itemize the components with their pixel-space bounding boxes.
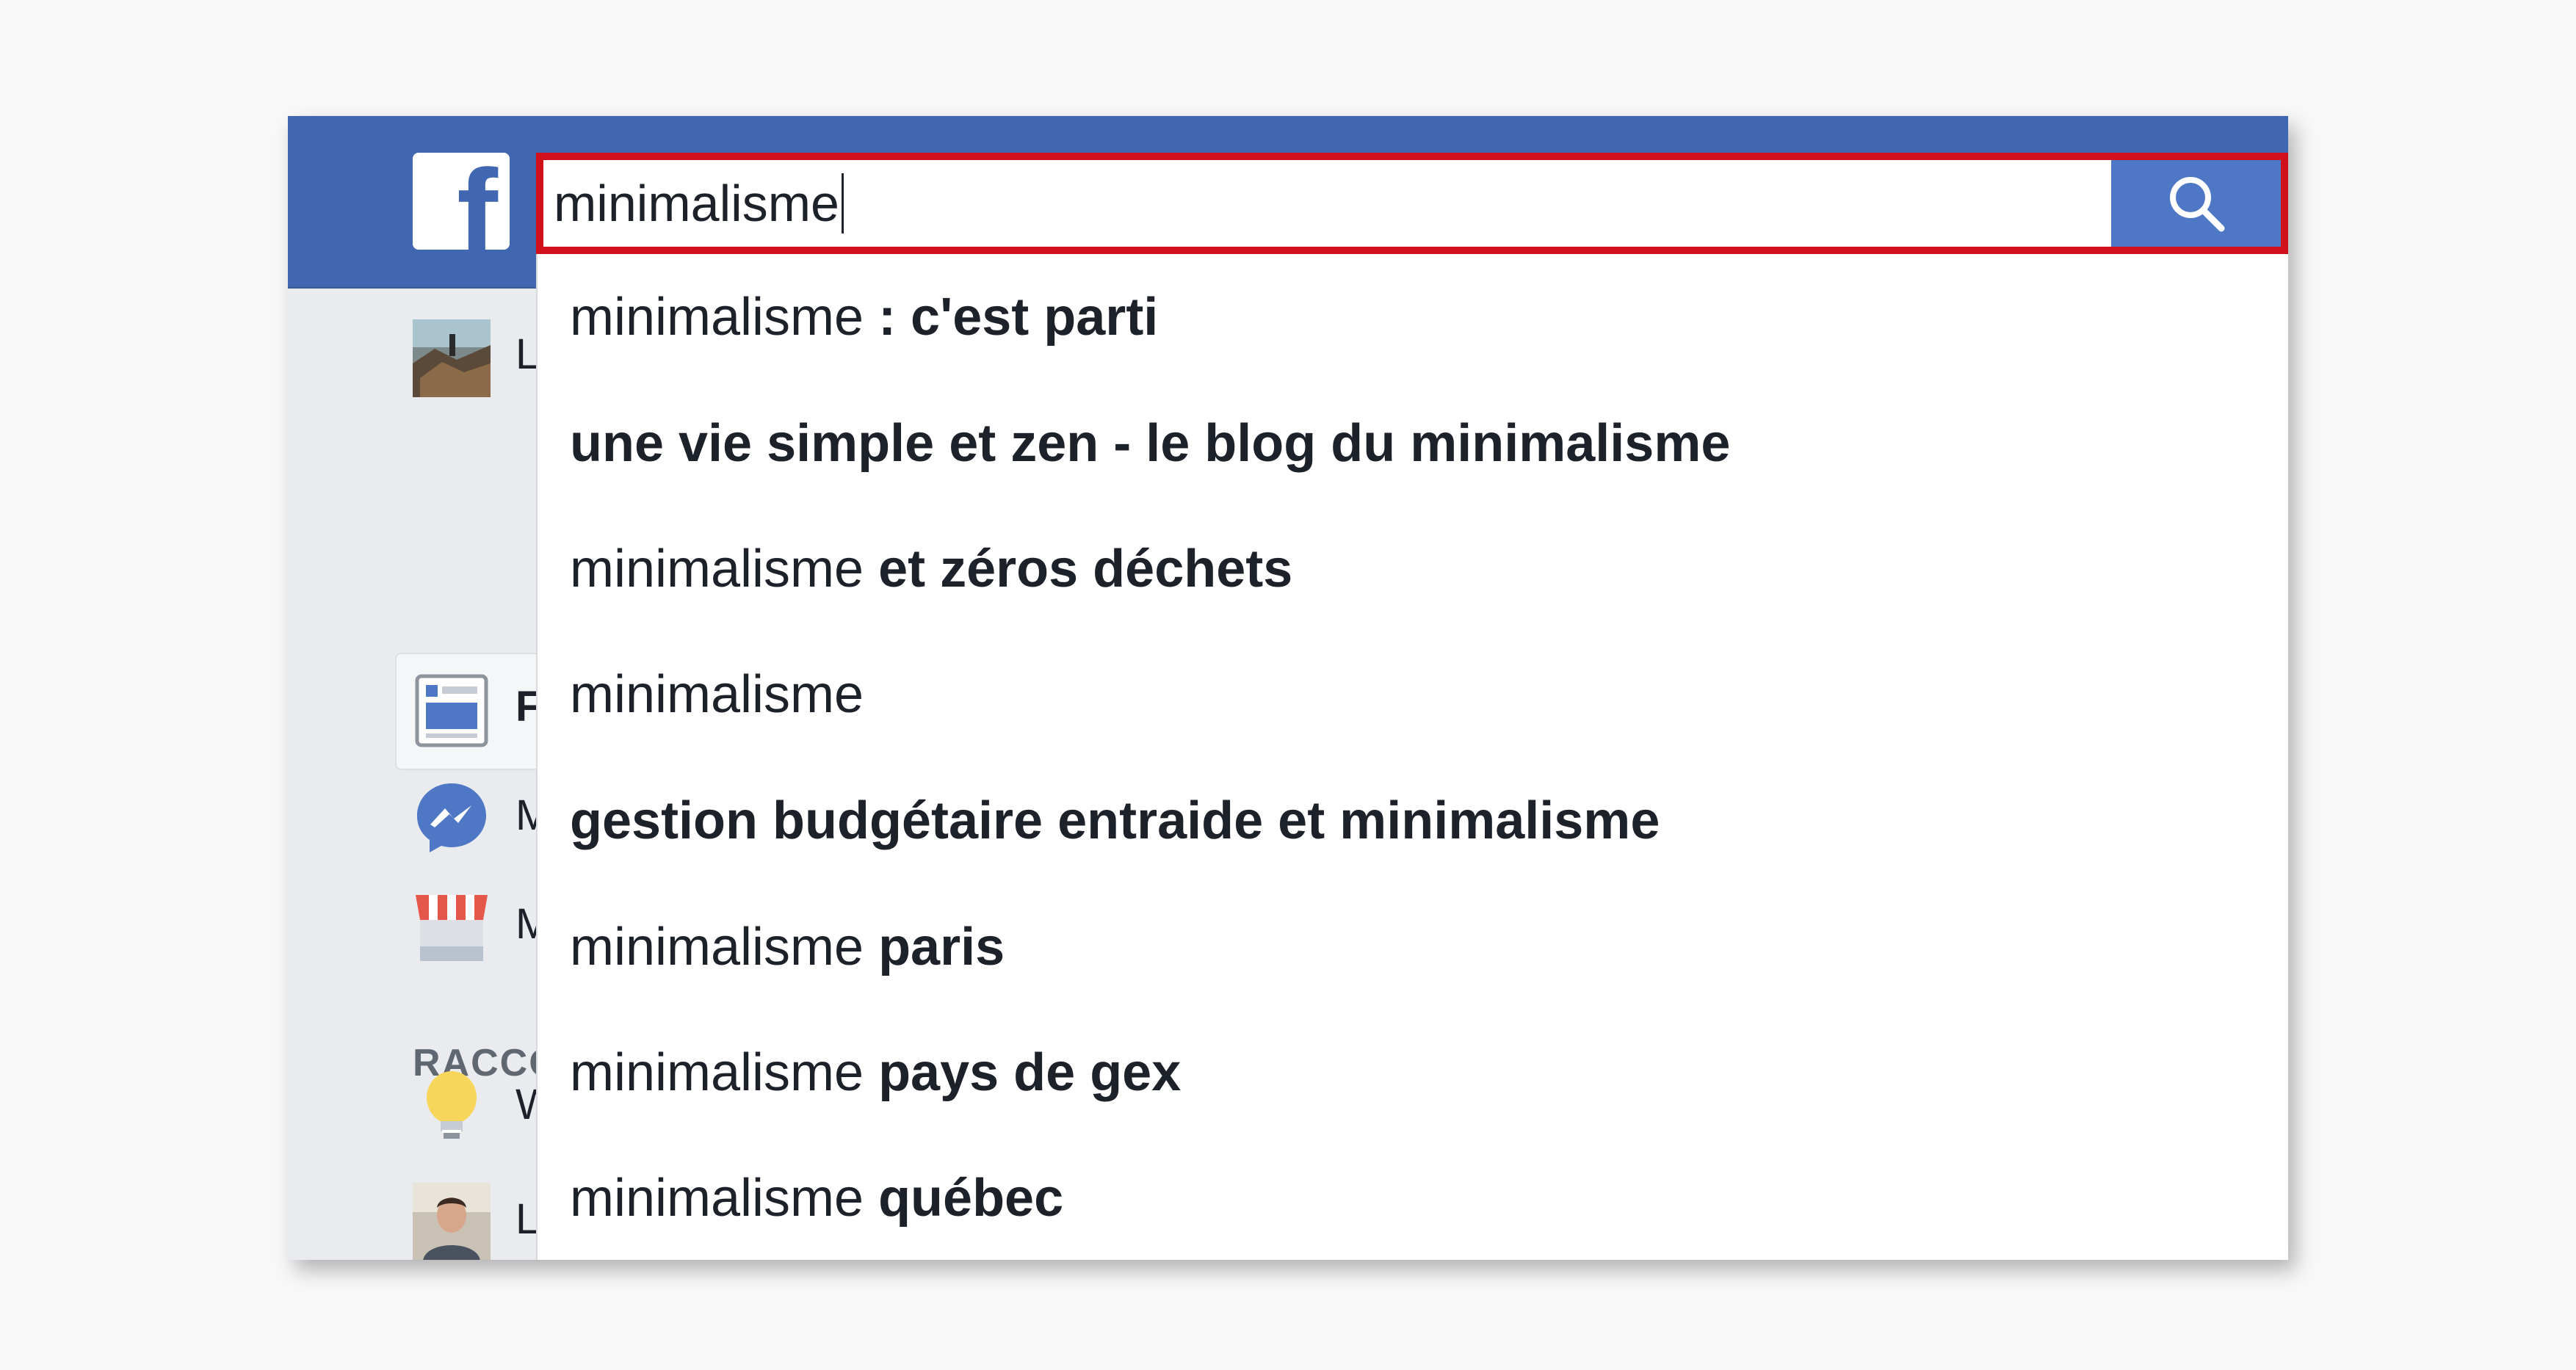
suggestion-query: minimalisme: [570, 1043, 864, 1102]
suggestion-completion: une vie simple et zen - le blog du minim…: [570, 414, 1731, 473]
text-caret: [841, 173, 844, 233]
search-suggestions-dropdown: minimalisme : c'est parti une vie simple…: [536, 254, 2288, 1260]
profile-avatar[interactable]: [413, 319, 491, 397]
suggestion-completion: québec: [878, 1169, 1064, 1228]
suggestion-item[interactable]: gestion budgétaire entraide et minimalis…: [538, 758, 2288, 884]
news-feed-icon: [413, 672, 491, 750]
suggestion-item[interactable]: une vie simple et zen - le blog du minim…: [538, 380, 2288, 507]
suggestion-query: minimalisme: [570, 665, 864, 724]
person-avatar[interactable]: [413, 1183, 491, 1260]
search-input[interactable]: minimalisme: [543, 160, 2111, 247]
suggestion-item[interactable]: minimalisme québec: [538, 1135, 2288, 1260]
suggestion-completion: : c'est parti: [878, 288, 1159, 347]
left-sidebar: L F M M RACCO L: [288, 289, 559, 1260]
search-input-value: minimalisme: [554, 175, 839, 232]
facebook-window: f L F M M RACCO L minimalisme minimalism…: [288, 116, 2288, 1260]
suggestion-item[interactable]: minimalisme paris: [538, 884, 2288, 1010]
suggestion-query: minimalisme: [570, 288, 864, 347]
suggestion-completion: et zéros déchets: [878, 540, 1293, 598]
search-button[interactable]: [2111, 160, 2281, 247]
suggestion-query: minimalisme: [570, 1169, 864, 1228]
suggestion-item[interactable]: minimalisme pays de gex: [538, 1010, 2288, 1136]
search-box-highlighted: minimalisme: [536, 153, 2288, 254]
suggestion-query: minimalisme: [570, 918, 864, 976]
suggestion-item[interactable]: minimalisme: [538, 631, 2288, 758]
facebook-logo[interactable]: f: [413, 153, 510, 250]
search-icon: [2169, 177, 2224, 232]
suggestion-query: minimalisme: [570, 540, 864, 598]
suggestion-item[interactable]: minimalisme : c'est parti: [538, 254, 2288, 380]
suggestion-item[interactable]: minimalisme et zéros déchets: [538, 506, 2288, 632]
lightbulb-icon[interactable]: [413, 1067, 491, 1145]
suggestion-completion: gestion budgétaire entraide et minimalis…: [570, 791, 1660, 850]
suggestion-completion: pays de gex: [878, 1043, 1182, 1102]
suggestion-completion: paris: [878, 918, 1005, 976]
messenger-icon[interactable]: [413, 779, 491, 857]
marketplace-icon[interactable]: [413, 888, 491, 965]
